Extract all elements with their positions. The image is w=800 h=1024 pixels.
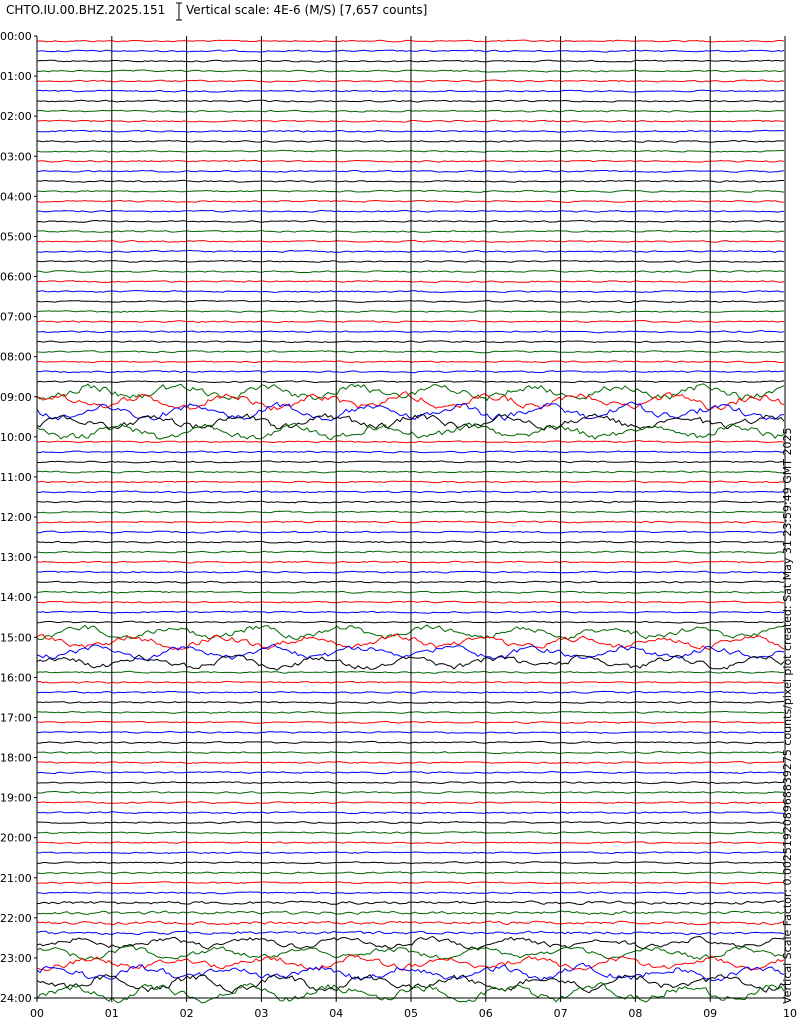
y-tick-label: 13:00 xyxy=(0,551,32,564)
y-tick-label: 16:00 xyxy=(0,671,32,684)
x-tick-label: 06 xyxy=(479,1007,493,1020)
x-tick-label: 04 xyxy=(329,1007,343,1020)
y-tick-label: 12:00 xyxy=(0,511,32,524)
x-tick-label: 00 xyxy=(30,1007,44,1020)
y-tick-label: 14:00 xyxy=(0,591,32,604)
y-tick-label: 06:00 xyxy=(0,271,32,284)
y-tick-label: 23:00 xyxy=(0,952,32,965)
x-tick-label: 02 xyxy=(180,1007,194,1020)
x-tick-label: 03 xyxy=(254,1007,268,1020)
y-tick-label: 11:00 xyxy=(0,471,32,484)
x-tick-label: 09 xyxy=(703,1007,717,1020)
y-tick-label: 19:00 xyxy=(0,792,32,805)
x-tick-label: 01 xyxy=(105,1007,119,1020)
y-tick-label: 10:00 xyxy=(0,431,32,444)
hour-labels: 00:00 01:00 02:00 03:00 04:00 05:00 06:00 07:00… xyxy=(0,30,37,1005)
y-tick-label: 08:00 xyxy=(0,351,32,364)
y-tick-label: 18:00 xyxy=(0,752,32,765)
y-tick-label: 05:00 xyxy=(0,230,32,243)
y-tick-label: 24:00 xyxy=(0,992,32,1005)
y-tick-label: 07:00 xyxy=(0,311,32,324)
x-tick-label: 10 xyxy=(783,1007,797,1020)
y-tick-label: 02:00 xyxy=(0,110,32,123)
x-tick-label: 07 xyxy=(554,1007,568,1020)
y-tick-label: 04:00 xyxy=(0,190,32,203)
helicorder-plot: 00:00 01:00 02:00 03:00 04:00 05:00 06:00 07:00… xyxy=(0,30,797,1020)
y-tick-label: 21:00 xyxy=(0,872,32,885)
y-tick-label: 09:00 xyxy=(0,391,32,404)
y-tick-label: 00:00 xyxy=(0,30,32,43)
y-tick-label: 22:00 xyxy=(0,912,32,925)
minute-labels: 00 01 02 03 04 05 06 07 08 09 10 xyxy=(30,998,797,1020)
y-tick-label: 01:00 xyxy=(0,70,32,83)
vertical-scale-factor-note: Vertical Scale Factor: 0.002519208968839… xyxy=(781,427,794,1004)
x-tick-label: 05 xyxy=(404,1007,418,1020)
y-tick-label: 03:00 xyxy=(0,150,32,163)
y-tick-label: 20:00 xyxy=(0,832,32,845)
y-tick-label: 15:00 xyxy=(0,631,32,644)
y-tick-label: 17:00 xyxy=(0,711,32,724)
x-tick-label: 08 xyxy=(628,1007,642,1020)
